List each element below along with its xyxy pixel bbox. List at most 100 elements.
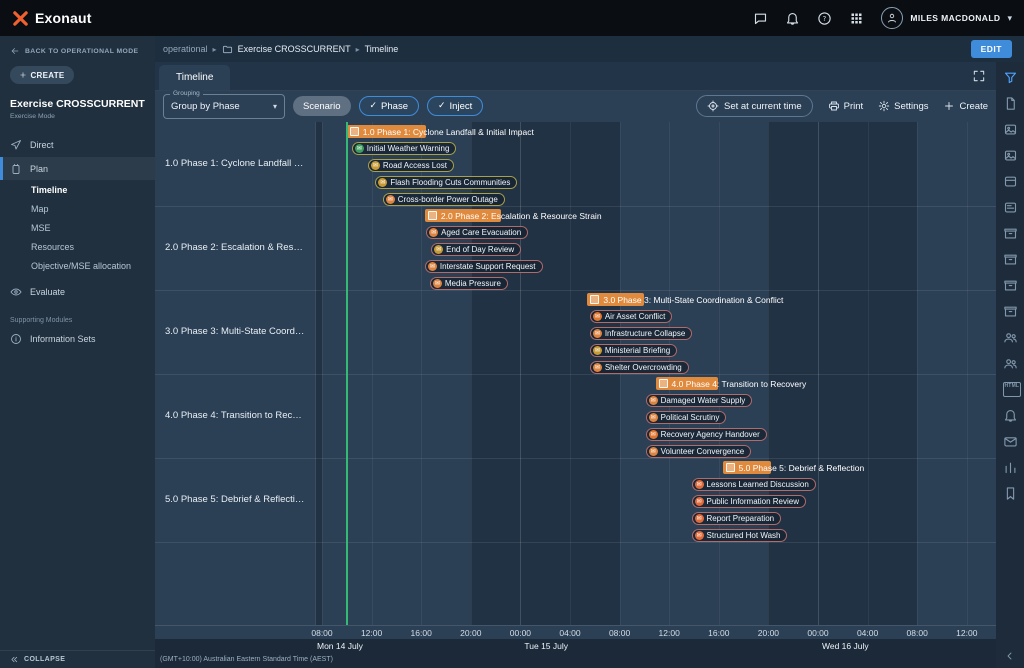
inject-chip[interactable]: ✉Air Asset Conflict — [590, 310, 672, 323]
sidebar-item-plan[interactable]: Plan — [0, 157, 155, 180]
team-icon[interactable] — [1003, 356, 1018, 371]
inject-envelope-icon: ✉ — [355, 144, 364, 153]
direct-label: Direct — [30, 140, 54, 150]
archive-icon[interactable] — [1003, 252, 1018, 267]
inject-label: Air Asset Conflict — [605, 312, 665, 321]
back-to-operational-link[interactable]: BACK TO OPERATIONAL MODE — [0, 36, 155, 56]
print-button[interactable]: Print — [828, 100, 864, 112]
create-button-sidebar[interactable]: CREATE — [10, 66, 74, 84]
image-icon[interactable] — [1003, 148, 1018, 163]
split-panel-icon[interactable] — [1003, 174, 1018, 189]
edit-button[interactable]: EDIT — [971, 40, 1012, 58]
inject-chip[interactable]: ✉Flash Flooding Cuts Communities — [375, 176, 517, 189]
archive-icon[interactable] — [1003, 226, 1018, 241]
collapse-sidebar-button[interactable]: COLLAPSE — [0, 650, 155, 668]
user-menu[interactable]: MILES MACDONALD ▾ — [881, 7, 1012, 29]
mail-icon[interactable] — [1003, 434, 1018, 449]
apps-grid-icon[interactable] — [849, 11, 864, 26]
settings-button[interactable]: Settings — [878, 100, 928, 112]
avatar — [881, 7, 903, 29]
create-button[interactable]: Create — [943, 100, 988, 112]
inject-chip[interactable]: ✉Ministerial Briefing — [590, 344, 677, 357]
archive-icon[interactable] — [1003, 304, 1018, 319]
inject-chip[interactable]: ✉Damaged Water Supply — [646, 394, 753, 407]
inject-envelope-icon: ✉ — [649, 447, 658, 456]
create-label: Create — [959, 101, 988, 112]
chevron-down-icon: ▾ — [1007, 13, 1012, 24]
phase-bar[interactable]: 3.0 Phase 3: Multi-State Coordination & … — [587, 293, 644, 306]
inject-label: Flash Flooding Cuts Communities — [390, 178, 510, 187]
inject-chip[interactable]: ✉Media Pressure — [430, 277, 508, 290]
chip-inject[interactable]: ✓ Inject — [427, 96, 483, 116]
inject-envelope-icon: ✉ — [695, 531, 704, 540]
row-label: 4.0 Phase 4: Transition to Recovery — [155, 374, 313, 458]
inject-chip[interactable]: ✉Recovery Agency Handover — [646, 428, 767, 441]
time-tick-label: 00:00 — [505, 628, 535, 638]
chart-icon[interactable] — [1003, 460, 1018, 475]
set-current-time-button[interactable]: Set at current time — [696, 95, 813, 117]
team-icon[interactable] — [1003, 330, 1018, 345]
fullscreen-icon[interactable] — [972, 69, 986, 83]
inject-chip[interactable]: ✉Volunteer Convergence — [646, 445, 752, 458]
day-axis: Mon 14 JulyTue 15 JulyWed 16 July — [155, 639, 996, 653]
inject-chip[interactable]: ✉Public Information Review — [692, 495, 806, 508]
archive-icon[interactable] — [1003, 278, 1018, 293]
inject-chip[interactable]: ✉Lessons Learned Discussion — [692, 478, 816, 491]
sidebar-item-resources[interactable]: Resources — [0, 237, 155, 256]
inject-chip[interactable]: ✉Shelter Overcrowding — [590, 361, 689, 374]
notifications-icon[interactable] — [785, 11, 800, 26]
sidebar-item-information-sets[interactable]: Information Sets — [0, 328, 155, 349]
inject-chip[interactable]: ✉Road Access Lost — [368, 159, 454, 172]
sidebar-item-evaluate[interactable]: Evaluate — [0, 281, 155, 302]
inject-chip[interactable]: ✉Political Scrutiny — [646, 411, 727, 424]
notifications-icon[interactable] — [1003, 408, 1018, 423]
inject-chip[interactable]: ✉Report Preparation — [692, 512, 782, 525]
bookmark-icon[interactable] — [1003, 486, 1018, 501]
grouping-value: Group by Phase — [171, 101, 269, 112]
chip-phase[interactable]: ✓ Phase — [359, 96, 419, 116]
html-icon[interactable]: HTML — [1003, 382, 1018, 397]
filter-icon[interactable] — [1003, 70, 1018, 85]
collapse-rail-icon[interactable] — [1004, 650, 1016, 662]
document-icon[interactable] — [1003, 96, 1018, 111]
row-label: 1.0 Phase 1: Cyclone Landfall & Initial … — [155, 122, 313, 206]
phase-bar[interactable]: 1.0 Phase 1: Cyclone Landfall & Initial … — [347, 125, 426, 138]
timeline-panel: Timeline Grouping Group by Phase ▾ Scena… — [155, 62, 996, 668]
topbar: Exonaut ? MILES MACDONALD ▾ — [0, 0, 1024, 36]
image-icon[interactable] — [1003, 122, 1018, 137]
phase-bar[interactable]: 4.0 Phase 4: Transition to Recovery — [656, 377, 718, 390]
help-icon[interactable]: ? — [817, 11, 832, 26]
main-area: operational ▸ Exercise CROSSCURRENT ▸ Ti… — [155, 36, 1024, 668]
sidebar-item-direct[interactable]: Direct — [0, 134, 155, 155]
breadcrumb-operational[interactable]: operational — [163, 44, 208, 54]
breadcrumb-exercise[interactable]: Exercise CROSSCURRENT — [238, 44, 351, 54]
sidebar-item-timeline[interactable]: Timeline — [0, 180, 155, 199]
printer-icon — [828, 100, 840, 112]
sidebar-item-map[interactable]: Map — [0, 199, 155, 218]
timezone-label: (GMT+10:00) Australian Eastern Standard … — [160, 656, 333, 663]
inject-chip[interactable]: ✉End of Day Review — [431, 243, 521, 256]
tab-timeline[interactable]: Timeline — [159, 65, 230, 90]
current-time-line — [346, 122, 348, 625]
inject-envelope-icon: ✉ — [593, 363, 602, 372]
inject-envelope-icon: ✉ — [434, 245, 443, 254]
plan-icon — [10, 163, 22, 175]
inject-chip[interactable]: ✉Interstate Support Request — [425, 260, 543, 273]
chip-scenario[interactable]: Scenario — [293, 96, 351, 116]
grouping-select[interactable]: Grouping Group by Phase ▾ — [163, 94, 285, 119]
inject-chip[interactable]: ✉Structured Hot Wash — [692, 529, 788, 542]
sidebar-item-objective-mse-allocation[interactable]: Objective/MSE allocation — [0, 256, 155, 275]
card-icon[interactable] — [1003, 200, 1018, 215]
phase-bar[interactable]: 2.0 Phase 2: Escalation & Resource Strai… — [425, 209, 501, 222]
inject-chip[interactable]: ✉Aged Care Evacuation — [426, 226, 528, 239]
inject-chip[interactable]: ✉Initial Weather Warning — [352, 142, 457, 155]
phase-bar[interactable]: 5.0 Phase 5: Debrief & Reflection — [723, 461, 771, 474]
sidebar-item-mse[interactable]: MSE — [0, 218, 155, 237]
chat-icon[interactable] — [753, 11, 768, 26]
set-current-time-label: Set at current time — [724, 101, 802, 112]
plus-icon — [943, 100, 955, 112]
inject-chip[interactable]: ✉Cross-border Power Outage — [383, 193, 505, 206]
inject-envelope-icon: ✉ — [386, 195, 395, 204]
brand[interactable]: Exonaut — [12, 10, 92, 27]
inject-chip[interactable]: ✉Infrastructure Collapse — [590, 327, 692, 340]
